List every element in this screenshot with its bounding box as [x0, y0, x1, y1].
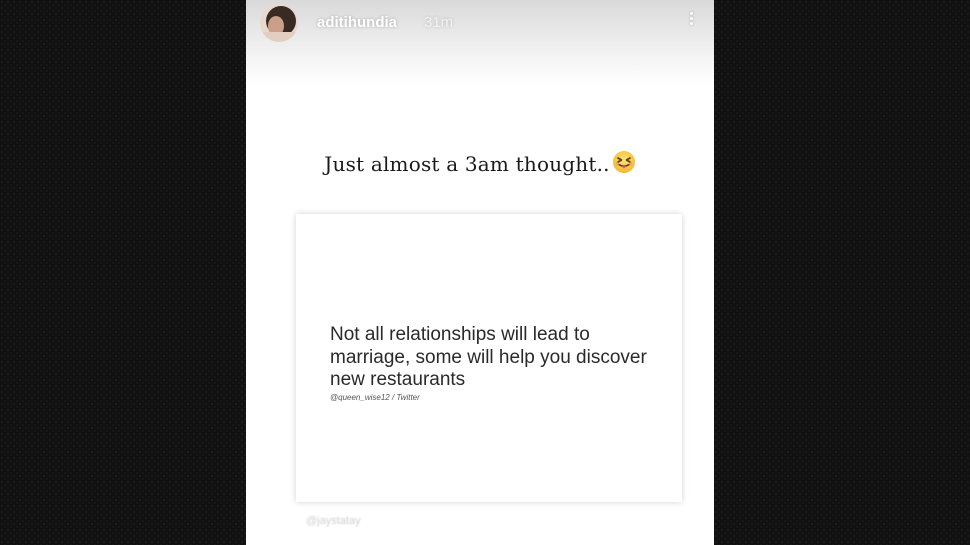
story-viewer[interactable]: aditihundia 31m Just almost a 3am though…	[246, 0, 714, 545]
avatar[interactable]	[260, 4, 298, 42]
caption-text: Just almost a 3am thought..	[324, 152, 610, 176]
avatar-shoulder	[260, 32, 298, 42]
quote-text: Not all relationships will lead to marri…	[330, 324, 647, 390]
story-time: 31m	[424, 14, 454, 31]
story-caption: Just almost a 3am thought..	[246, 150, 714, 179]
more-vertical-icon[interactable]	[684, 12, 698, 32]
screen-background: aditihundia 31m Just almost a 3am though…	[0, 0, 970, 545]
quote-card: Not all relationships will lead to marri…	[296, 214, 682, 502]
story-watermark: @jaystatay	[306, 515, 361, 527]
more-dot	[689, 17, 693, 20]
story-header: aditihundia 31m	[246, 0, 714, 88]
quote-credit: @queen_wise12 / Twitter	[330, 393, 420, 402]
more-dot	[689, 22, 693, 25]
username[interactable]: aditihundia	[317, 14, 397, 31]
face-with-tongue-emoji-icon	[612, 150, 636, 179]
more-dot	[689, 12, 693, 15]
